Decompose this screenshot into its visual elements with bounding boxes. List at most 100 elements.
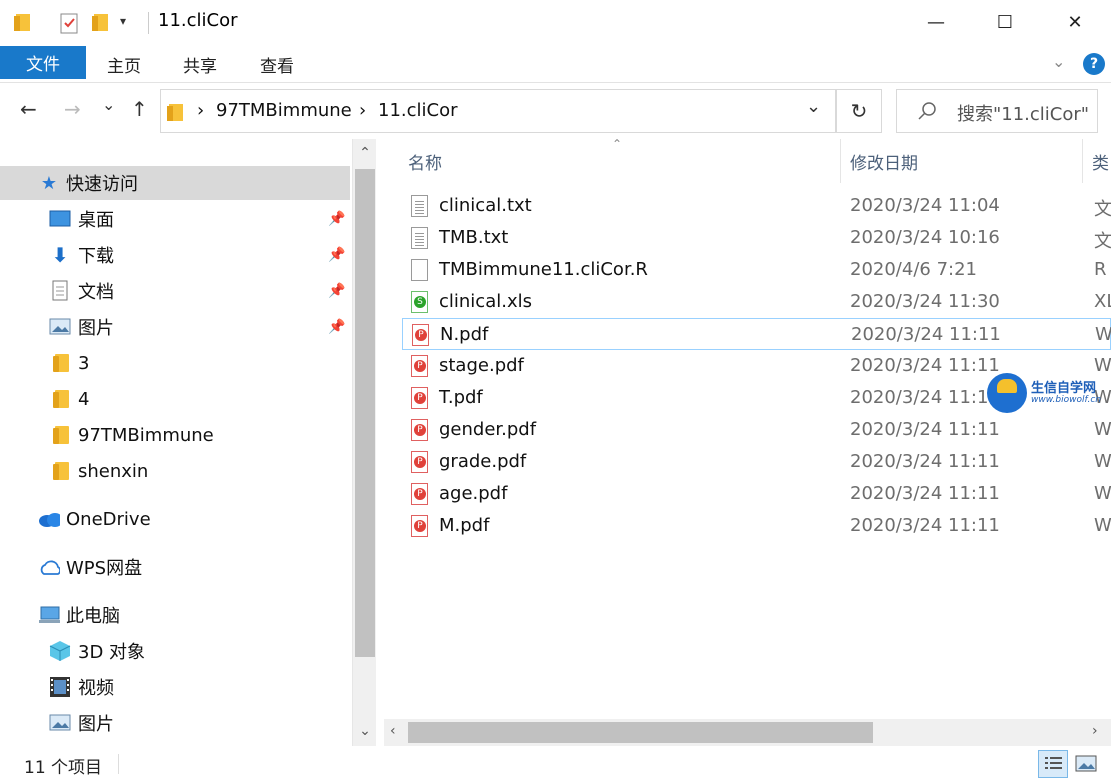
- sidebar-item-label: 视频: [78, 678, 114, 699]
- pdf-file-icon: [412, 324, 429, 346]
- column-header-type[interactable]: 类: [1092, 139, 1109, 183]
- file-name: gender.pdf: [439, 419, 537, 440]
- address-dropdown-button[interactable]: ⌄: [806, 96, 821, 117]
- file-type: 文: [1094, 231, 1111, 252]
- window-title: 11.cliCor: [158, 10, 238, 31]
- file-type: R: [1094, 259, 1107, 280]
- tab-view[interactable]: 查看: [249, 45, 305, 83]
- forward-button[interactable]: →: [64, 97, 81, 121]
- help-icon[interactable]: ?: [1083, 53, 1105, 75]
- file-row[interactable]: TMB.txt 2020/3/24 10:16 文: [402, 222, 1111, 254]
- large-icons-view-button[interactable]: [1071, 750, 1101, 778]
- sidebar-item-documents[interactable]: 文档 📌: [0, 274, 350, 308]
- column-header-name[interactable]: 名称: [408, 139, 442, 183]
- tab-home[interactable]: 主页: [96, 45, 152, 83]
- details-view-button[interactable]: [1038, 750, 1068, 778]
- scrollbar-thumb[interactable]: [355, 169, 375, 657]
- sidebar-item-97TMBimmune[interactable]: 97TMBimmune: [0, 418, 350, 452]
- search-input[interactable]: 搜索"11.cliCor": [957, 100, 1089, 126]
- folder-icon: [51, 424, 73, 446]
- column-header-date[interactable]: 修改日期: [850, 139, 918, 183]
- breadcrumb-separator[interactable]: ›: [197, 100, 204, 121]
- breadcrumb-separator[interactable]: ›: [359, 100, 366, 121]
- column-divider[interactable]: [840, 139, 841, 183]
- scroll-left-icon[interactable]: ‹: [390, 723, 396, 739]
- file-date: 2020/3/24 11:11: [850, 419, 1000, 440]
- properties-icon[interactable]: [58, 12, 80, 38]
- sidebar-item-3d-objects[interactable]: 3D 对象: [0, 634, 350, 668]
- document-icon: [49, 280, 71, 302]
- file-row[interactable]: clinical.txt 2020/3/24 11:04 文: [402, 190, 1111, 222]
- back-button[interactable]: ←: [20, 97, 37, 121]
- sidebar-item-quick-access[interactable]: ★ 快速访问: [0, 166, 350, 200]
- sidebar-item-downloads[interactable]: ⬇ 下载 📌: [0, 238, 350, 272]
- pin-icon[interactable]: 📌: [328, 247, 345, 263]
- refresh-button[interactable]: ↻: [836, 89, 882, 133]
- sidebar-item-pictures[interactable]: 图片 📌: [0, 310, 350, 344]
- sidebar-item-this-pc[interactable]: 此电脑: [0, 598, 350, 632]
- sidebar-item-folder-4[interactable]: 4: [0, 382, 350, 416]
- address-bar[interactable]: › 97TMBimmune › 11.cliCor ⌄: [160, 89, 836, 133]
- item-count: 11 个项目: [24, 758, 103, 778]
- file-row[interactable]: clinical.xls 2020/3/24 11:30 XL: [402, 286, 1111, 318]
- file-date: 2020/3/24 11:11: [850, 515, 1000, 536]
- search-box[interactable]: 搜索"11.cliCor": [896, 89, 1098, 133]
- sidebar-item-shenxin[interactable]: shenxin: [0, 454, 350, 488]
- picture-icon: [49, 712, 71, 734]
- file-type: XL: [1094, 291, 1111, 312]
- sidebar-scrollbar[interactable]: ⌃ ⌄: [352, 139, 376, 746]
- breadcrumb-97TMBimmune[interactable]: 97TMBimmune: [216, 100, 352, 121]
- customize-toolbar-icon[interactable]: ▾: [120, 14, 126, 28]
- blank-file-icon: [411, 259, 428, 281]
- desktop-icon: [49, 208, 71, 230]
- file-row[interactable]: M.pdf 2020/3/24 11:11 W: [402, 510, 1111, 542]
- minimize-button[interactable]: —: [901, 0, 971, 45]
- title-bar: ▾ 11.cliCor — ☐ ✕: [0, 0, 1111, 45]
- file-row[interactable]: age.pdf 2020/3/24 11:11 W: [402, 478, 1111, 510]
- file-row[interactable]: N.pdf 2020/3/24 11:11 W: [402, 318, 1111, 350]
- expand-ribbon-icon[interactable]: ⌄: [1052, 52, 1065, 71]
- pin-icon[interactable]: 📌: [328, 319, 345, 335]
- file-date: 2020/3/24 11:30: [850, 291, 1000, 312]
- file-row[interactable]: TMBimmune11.cliCor.R 2020/4/6 7:21 R: [402, 254, 1111, 286]
- file-name: M.pdf: [439, 515, 490, 536]
- pin-icon[interactable]: 📌: [328, 283, 345, 299]
- picture-icon: [49, 316, 71, 338]
- file-name: N.pdf: [440, 324, 489, 345]
- sidebar-item-label: WPS网盘: [66, 558, 143, 579]
- file-date: 2020/3/24 10:16: [850, 227, 1000, 248]
- file-row[interactable]: grade.pdf 2020/3/24 11:11 W: [402, 446, 1111, 478]
- computer-icon: [38, 604, 60, 626]
- sidebar-item-label: 下载: [78, 246, 114, 267]
- sidebar-item-wps-cloud[interactable]: WPS网盘: [0, 550, 350, 584]
- maximize-button[interactable]: ☐: [970, 0, 1040, 45]
- scrollbar-thumb[interactable]: [408, 722, 873, 743]
- folder-icon: [167, 102, 185, 126]
- horizontal-scrollbar[interactable]: ‹ ›: [384, 719, 1111, 746]
- sidebar-item-onedrive[interactable]: OneDrive: [0, 502, 350, 536]
- recent-locations-button[interactable]: ⌄: [102, 95, 115, 114]
- tab-share[interactable]: 共享: [172, 45, 228, 83]
- scroll-up-icon[interactable]: ⌃: [353, 145, 377, 161]
- pin-icon[interactable]: 📌: [328, 211, 345, 227]
- file-row[interactable]: gender.pdf 2020/3/24 11:11 W: [402, 414, 1111, 446]
- breadcrumb-11-cliCor[interactable]: 11.cliCor: [378, 100, 458, 121]
- sidebar-item-desktop[interactable]: 桌面 📌: [0, 202, 350, 236]
- close-button[interactable]: ✕: [1040, 0, 1110, 45]
- column-divider[interactable]: [1082, 139, 1083, 183]
- folder-icon: [51, 352, 73, 374]
- new-folder-icon[interactable]: [92, 12, 110, 36]
- up-button[interactable]: ↑: [131, 97, 148, 121]
- tab-file[interactable]: 文件: [0, 46, 86, 79]
- file-date: 2020/3/24 11:11: [850, 483, 1000, 504]
- watermark-title: 生信自学网: [1031, 381, 1097, 396]
- sidebar-item-folder-3[interactable]: 3: [0, 346, 350, 380]
- pdf-file-icon: [411, 419, 428, 441]
- text-file-icon: [411, 227, 428, 249]
- sidebar-item-pictures-pc[interactable]: 图片: [0, 706, 350, 740]
- sidebar-item-label: 图片: [78, 714, 114, 735]
- file-date: 2020/3/24 11:11: [851, 324, 1001, 345]
- scroll-right-icon[interactable]: ›: [1092, 723, 1098, 739]
- sidebar-item-videos[interactable]: 视频: [0, 670, 350, 704]
- scroll-down-icon[interactable]: ⌄: [353, 723, 377, 739]
